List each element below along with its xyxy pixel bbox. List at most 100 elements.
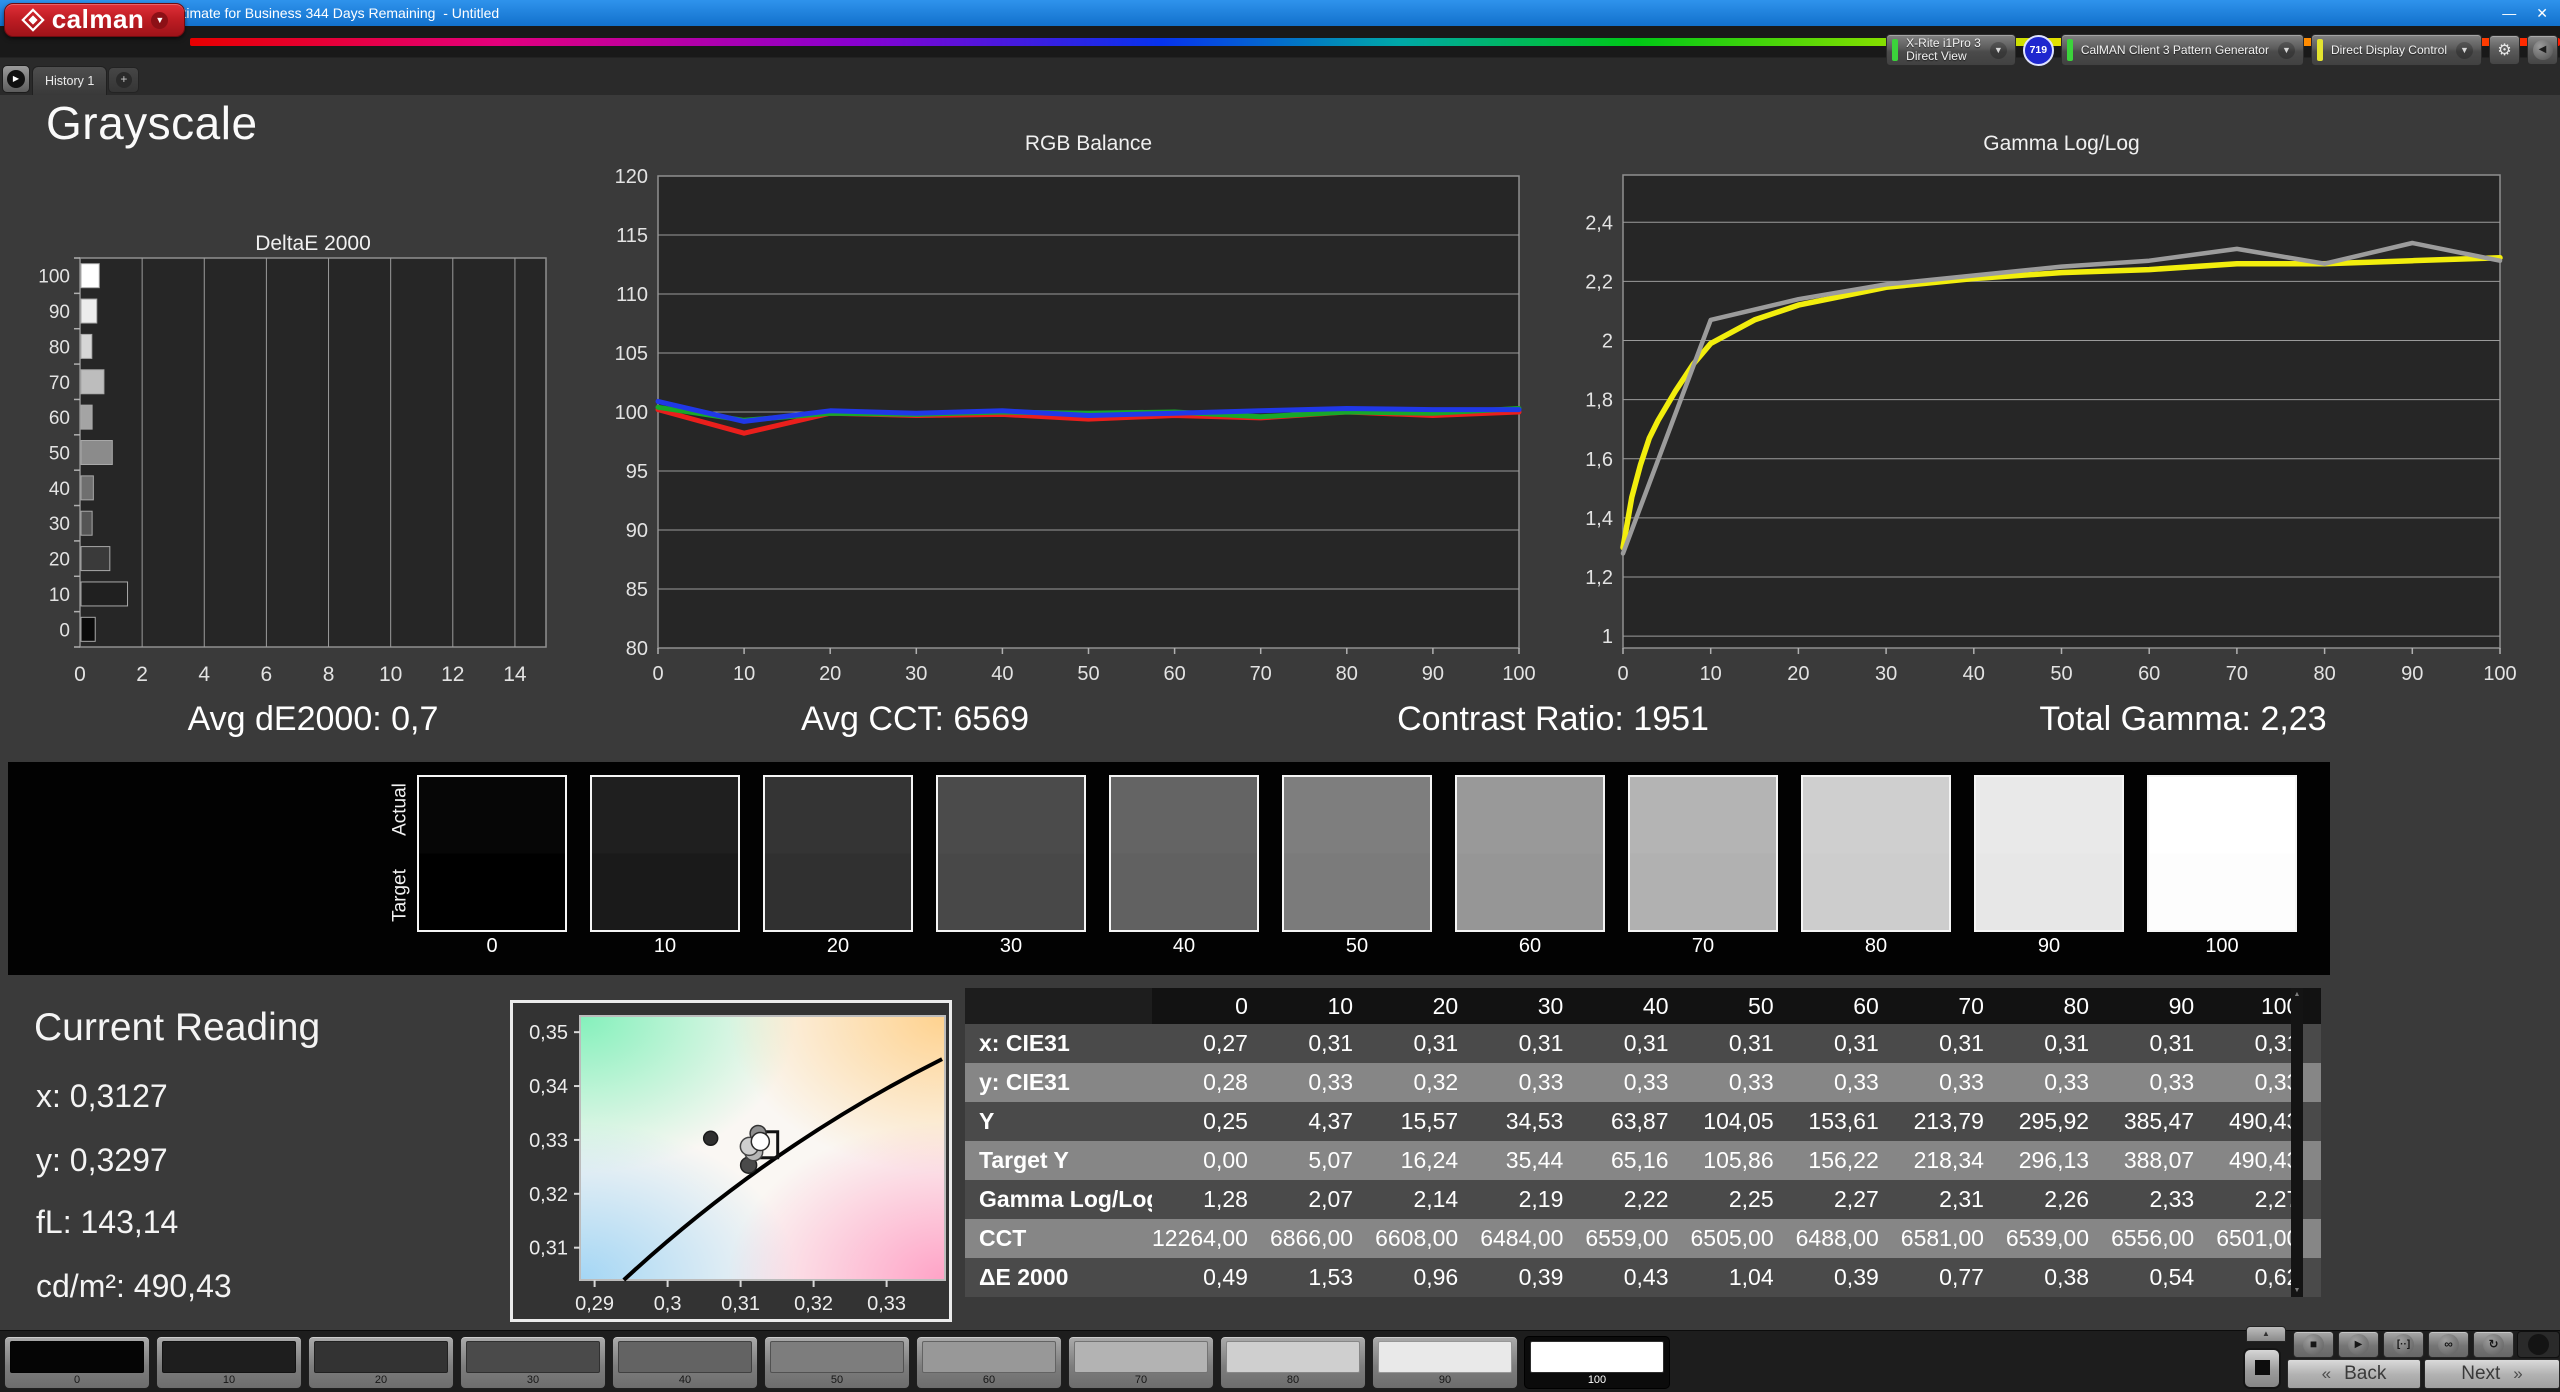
meter-mode: Direct View [1906,49,1967,63]
table-value-cell: 1,28 [1152,1180,1270,1219]
table-column-header: 20 [1375,988,1481,1024]
minimize-button[interactable]: — [2502,5,2516,21]
table-value-cell: 218,34 [1900,1141,2006,1180]
settings-button[interactable]: ⚙ [2489,35,2520,65]
svg-text:0,32: 0,32 [529,1184,568,1206]
svg-text:10: 10 [733,663,755,685]
stop-button[interactable]: ■ [2293,1331,2334,1358]
table-value-cell: 156,22 [1795,1141,1901,1180]
grayscale-swatch-100 [2147,775,2297,932]
pattern-button-100[interactable]: 100 [1524,1336,1670,1389]
scroll-down-icon[interactable]: ▼ [2291,1287,2303,1294]
meter-count-badge[interactable]: 719 [2022,34,2054,66]
deltae-2000-chart: DeltaE 2000 0 2 4 6 8 10 12 14 100 90 80 70 60 50 40 30 2… [36,228,560,690]
continuous-measure-button[interactable]: ∞ [2428,1331,2469,1358]
pattern-button-40[interactable]: 40 [612,1336,758,1389]
table-value-cell: 388,07 [2111,1141,2217,1180]
grayscale-swatch-60 [1455,775,1605,932]
table-value-cell: 2,14 [1375,1180,1481,1219]
table-value-cell: 0,31 [1795,1024,1901,1063]
svg-text:70: 70 [1250,663,1272,685]
pattern-generator-button[interactable]: CalMAN Client 3 Pattern Generator ▼ [2060,34,2304,66]
svg-text:120: 120 [615,166,648,188]
pattern-level-label: 60 [982,1374,996,1386]
table-value-cell: 0,31 [1375,1024,1481,1063]
single-measure-button[interactable]: [··] [2383,1331,2424,1358]
play-button[interactable]: ▶ [2338,1331,2379,1358]
calman-window: Calman 2025 Calman Ultimate for Business… [0,0,2560,1392]
pattern-button-20[interactable]: 20 [308,1336,454,1389]
svg-text:Gamma Log/Log: Gamma Log/Log [1983,132,2139,155]
current-reading-title: Current Reading [34,1006,321,1049]
svg-text:40: 40 [1963,663,1985,685]
table-value-cell: 296,13 [2005,1141,2112,1180]
svg-text:DeltaE 2000: DeltaE 2000 [255,232,371,255]
cie-chromaticity-panel[interactable]: 0,35 0,34 0,33 0,32 0,31 0,29 0,3 0,31 0,32 0,33 [510,1000,952,1322]
pattern-swatch [10,1341,144,1373]
pattern-button-60[interactable]: 60 [916,1336,1062,1389]
pattern-level-label: 90 [1438,1374,1452,1386]
svg-text:70: 70 [49,373,70,394]
table-value-cell: 0,31 [1690,1024,1796,1063]
grayscale-swatch-strip: Actual Target 0 10 20 30 40 50 60 70 80 90 100 [8,762,2330,975]
avg-cct-stat: Avg CCT: 6569 [800,700,1030,738]
calman-menu-button[interactable]: calman ▼ [4,3,185,37]
svg-text:105: 105 [615,343,648,365]
tab-history-1[interactable]: History 1 [32,66,108,95]
table-row-label: x: CIE31 [965,1024,1152,1063]
svg-text:RGB Balance: RGB Balance [1025,132,1152,155]
pattern-level-label: 30 [526,1374,540,1386]
pattern-button-80[interactable]: 80 [1220,1336,1366,1389]
pattern-button-50[interactable]: 50 [764,1336,910,1389]
panel-expand-button[interactable]: ▲ [2246,1326,2286,1342]
table-value-cell: 490,43 [2216,1102,2322,1141]
pattern-button-0[interactable]: 0 [4,1336,150,1389]
pattern-button-10[interactable]: 10 [156,1336,302,1389]
pattern-button-70[interactable]: 70 [1068,1336,1214,1389]
repeat-measure-button[interactable]: ↻ [2473,1331,2514,1358]
meter-button[interactable]: X-Rite i1Pro 3 Direct View ▼ [1886,34,2016,66]
scroll-up-icon[interactable]: ▲ [2291,991,2303,998]
grayscale-measurement-table: 0 10 20 30 40 50 60 70 80 90 100 x: CIE31 0,27 0,31 0,… [965,988,2322,1297]
table-value-cell: 2,27 [1795,1180,1901,1219]
svg-text:0,34: 0,34 [529,1076,568,1098]
table-value-cell: 6866,00 [1269,1219,1376,1258]
back-button[interactable]: « Back [2287,1359,2421,1389]
table-row-label: Target Y [965,1141,1152,1180]
display-control-button[interactable]: Direct Display Control ▼ [2310,34,2482,66]
table-scrollbar[interactable]: ▲ ▼ [2291,988,2303,1297]
svg-text:20: 20 [819,663,841,685]
table-value-cell: 385,47 [2111,1102,2217,1141]
table-column-header: 10 [1269,988,1376,1024]
svg-text:0,33: 0,33 [867,1293,906,1315]
pattern-level-label: 50 [830,1374,844,1386]
svg-text:110: 110 [616,284,648,306]
collapse-panel-button[interactable]: ◀ [2527,35,2558,65]
stop-measure-button[interactable] [2243,1348,2281,1389]
close-button[interactable]: ✕ [2536,5,2548,22]
swatch-level-label: 80 [1864,935,1888,957]
pattern-swatch [1530,1341,1664,1373]
svg-text:60: 60 [1163,663,1185,685]
avg-de2000-stat: Avg dE2000: 0,7 [187,700,439,738]
tab-scroll-button[interactable]: ▶ [2,65,30,93]
table-value-cell: 6488,00 [1795,1219,1901,1258]
table-value-cell: 0,77 [1900,1258,2006,1297]
pattern-button-30[interactable]: 30 [460,1336,606,1389]
total-gamma-stat: Total Gamma: 2,23 [2039,700,2327,738]
add-tab-button[interactable]: + [108,67,140,93]
svg-text:10: 10 [1700,663,1722,685]
pattern-level-label: 10 [222,1374,236,1386]
svg-text:30: 30 [905,663,927,685]
svg-text:1,6: 1,6 [1585,449,1613,471]
next-button[interactable]: Next » [2424,1359,2560,1389]
table-value-cell: 6559,00 [1585,1219,1691,1258]
meter-name: X-Rite i1Pro 3 [1906,36,1981,50]
device-connection-bar: X-Rite i1Pro 3 Direct View ▼ 719 CalMAN … [1886,33,2558,67]
table-column-header: 60 [1795,988,1901,1024]
svg-text:1,2: 1,2 [1585,567,1613,589]
svg-text:80: 80 [1336,663,1358,685]
pattern-button-90[interactable]: 90 [1372,1336,1518,1389]
table-value-cell: 0,31 [2005,1024,2112,1063]
table-value-cell: 0,33 [2216,1063,2322,1102]
